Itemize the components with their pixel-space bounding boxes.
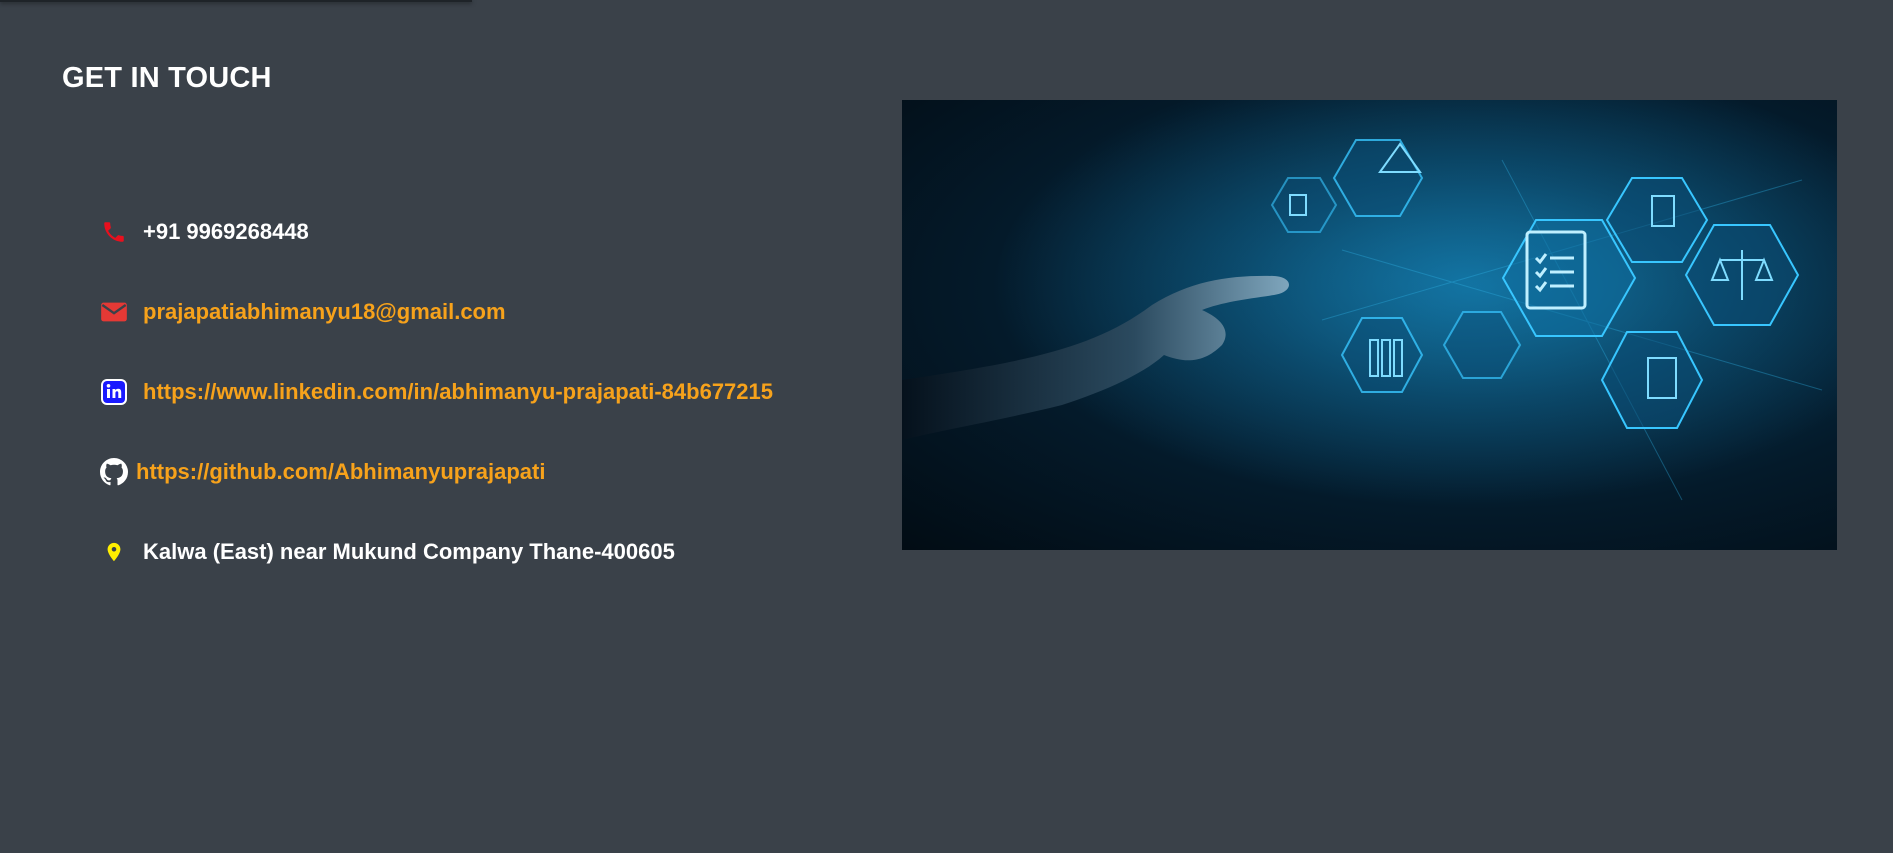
location-pin-icon bbox=[100, 538, 128, 566]
contact-address: Kalwa (East) near Mukund Company Thane-4… bbox=[100, 538, 675, 566]
linkedin-link[interactable]: https://www.linkedin.com/in/abhimanyu-pr… bbox=[143, 379, 773, 405]
contact-email: prajapatiabhimanyu18@gmail.com bbox=[100, 298, 506, 326]
email-icon bbox=[100, 298, 128, 326]
github-link[interactable]: https://github.com/Abhimanyuprajapati bbox=[136, 459, 545, 485]
phone-icon bbox=[100, 218, 128, 246]
email-link[interactable]: prajapatiabhimanyu18@gmail.com bbox=[143, 299, 506, 325]
github-icon bbox=[100, 458, 128, 486]
address-text: Kalwa (East) near Mukund Company Thane-4… bbox=[143, 539, 675, 564]
header-shadow-edge bbox=[0, 0, 472, 2]
contact-phone: +91 9969268448 bbox=[100, 218, 309, 246]
contact-github: https://github.com/Abhimanyuprajapati bbox=[100, 458, 545, 486]
contact-linkedin: https://www.linkedin.com/in/abhimanyu-pr… bbox=[100, 378, 773, 406]
linkedin-icon bbox=[100, 378, 128, 406]
section-title: GET IN TOUCH bbox=[62, 62, 272, 94]
hero-image bbox=[902, 100, 1837, 550]
contact-page: GET IN TOUCH +91 9969268448 prajapatiabh… bbox=[0, 0, 1893, 853]
phone-number: +91 9969268448 bbox=[143, 219, 309, 244]
